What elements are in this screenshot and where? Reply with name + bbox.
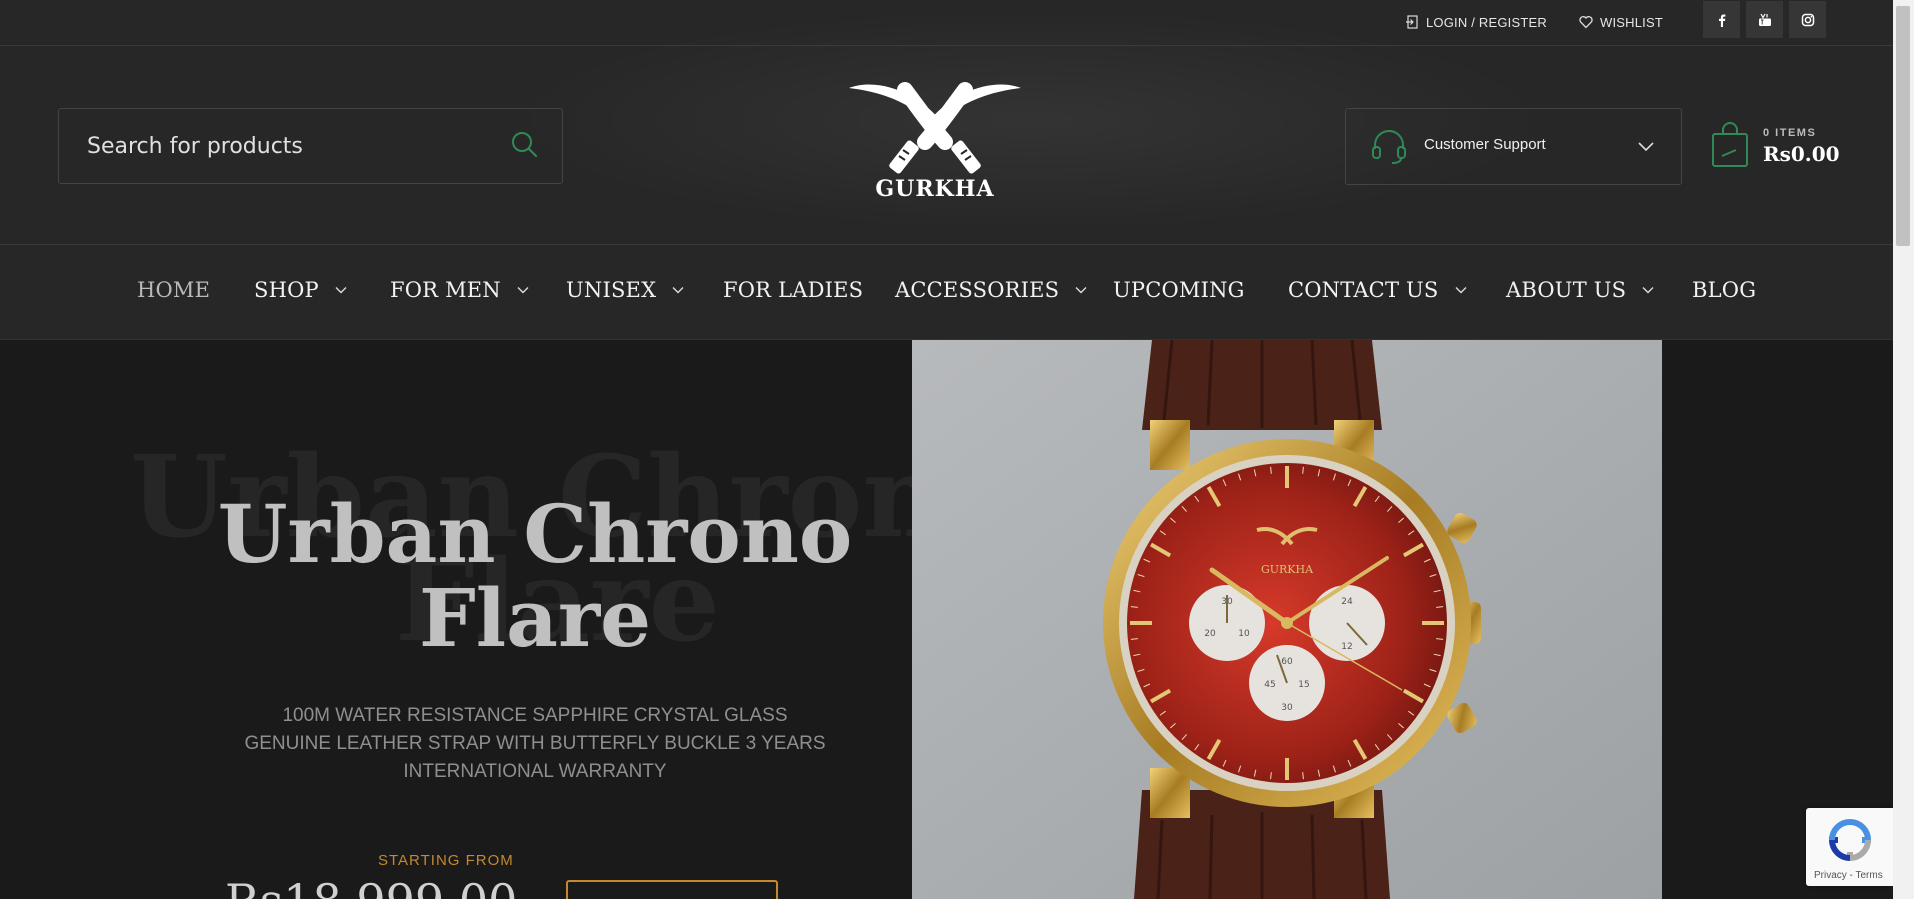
scrollbar-thumb[interactable] bbox=[1896, 6, 1910, 246]
logo-text: GURKHA bbox=[875, 176, 995, 202]
login-register-link[interactable]: LOGIN / REGISTER bbox=[1405, 10, 1547, 34]
customer-support-dropdown[interactable]: Customer Support bbox=[1345, 108, 1682, 185]
nav-item-label: BLOG bbox=[1692, 278, 1757, 302]
chevron-down-icon bbox=[1455, 287, 1467, 294]
subdial-number: 15 bbox=[1298, 680, 1309, 690]
nav-item-label: HOME bbox=[137, 278, 211, 302]
site-logo[interactable]: GURKHA bbox=[845, 80, 1025, 205]
hero-description: 100M WATER RESISTANCE SAPPHIRE CRYSTAL G… bbox=[244, 705, 826, 782]
login-register-label: LOGIN / REGISTER bbox=[1426, 14, 1547, 30]
nav-item-home[interactable]: HOME bbox=[137, 278, 210, 302]
subdial-number: 24 bbox=[1341, 597, 1353, 607]
nav-item-label: FOR LADIES bbox=[723, 278, 864, 302]
search-input[interactable] bbox=[59, 132, 489, 160]
cart-widget[interactable]: 0 ITEMS Rs0.00 bbox=[1710, 118, 1840, 178]
hero-title-line: Flare bbox=[418, 571, 652, 665]
page-scrollbar[interactable] bbox=[1893, 0, 1914, 899]
recaptcha-badge[interactable]: Privacy - Terms bbox=[1806, 808, 1893, 886]
top-bar: LOGIN / REGISTER WISHLIST bbox=[0, 0, 1893, 46]
nav-item-label: ABOUT US bbox=[1506, 278, 1627, 302]
recaptcha-icon bbox=[1828, 819, 1872, 862]
youtube-icon bbox=[1758, 13, 1771, 26]
nav-item-label: SHOP bbox=[254, 278, 319, 302]
nav-item-label: UPCOMING bbox=[1113, 278, 1245, 302]
main-navigation: HOME SHOP FOR MEN UNISEX FOR LADIES ACCE… bbox=[0, 244, 1893, 340]
nav-item-label: FOR MEN bbox=[390, 278, 501, 302]
hero-slider: Urban Chrono Flare Urban Chrono Flare 10… bbox=[0, 340, 1893, 899]
heart-icon bbox=[1579, 16, 1593, 29]
dial-brand-text: GURKHA bbox=[1261, 563, 1314, 576]
nav-item-for-men[interactable]: FOR MEN bbox=[390, 278, 529, 302]
wishlist-label: WISHLIST bbox=[1600, 14, 1663, 30]
subdial-number: 12 bbox=[1341, 642, 1352, 652]
crossed-khukuri-icon bbox=[849, 82, 1021, 174]
customer-support-label: Customer Support bbox=[1424, 136, 1546, 153]
hero-title-line: Urban Chrono bbox=[217, 487, 853, 581]
nav-item-label: UNISEX bbox=[566, 278, 657, 302]
subdial-number: 10 bbox=[1238, 629, 1250, 639]
nav-item-blog[interactable]: BLOG bbox=[1692, 278, 1756, 302]
wishlist-link[interactable]: WISHLIST bbox=[1579, 10, 1663, 34]
chevron-down-icon bbox=[1075, 287, 1087, 294]
recaptcha-links: Privacy - Terms bbox=[1814, 870, 1883, 881]
search-box bbox=[58, 108, 563, 184]
nav-item-contact-us[interactable]: CONTACT US bbox=[1288, 278, 1467, 302]
chevron-down-icon bbox=[1638, 142, 1654, 152]
nav-item-shop[interactable]: SHOP bbox=[254, 278, 347, 302]
product-image: GURKHA 30 20 10 24 12 60 45 15 30 bbox=[912, 340, 1662, 899]
subdial-number: 60 bbox=[1281, 657, 1293, 667]
youtube-button[interactable] bbox=[1746, 1, 1783, 38]
facebook-icon bbox=[1718, 14, 1725, 27]
subdial-number: 30 bbox=[1281, 703, 1293, 713]
instagram-button[interactable] bbox=[1789, 1, 1826, 38]
chevron-down-icon bbox=[335, 287, 347, 294]
hero-title: Urban Chrono Flare bbox=[160, 492, 910, 660]
subdial-number: 20 bbox=[1204, 629, 1216, 639]
nav-item-unisex[interactable]: UNISEX bbox=[566, 278, 684, 302]
nav-item-label: CONTACT US bbox=[1288, 278, 1439, 302]
nav-item-for-ladies[interactable]: FOR LADIES bbox=[723, 278, 863, 302]
chevron-down-icon bbox=[1642, 287, 1654, 294]
shopping-bag-icon bbox=[1712, 122, 1748, 167]
instagram-icon bbox=[1801, 13, 1814, 26]
starting-from-label: STARTING FROM bbox=[378, 852, 514, 869]
chevron-down-icon bbox=[672, 287, 684, 294]
nav-item-about-us[interactable]: ABOUT US bbox=[1506, 278, 1654, 302]
nav-item-upcoming[interactable]: UPCOMING bbox=[1113, 278, 1245, 302]
chevron-down-icon bbox=[517, 287, 529, 294]
nav-item-accessories[interactable]: ACCESSORIES bbox=[895, 278, 1087, 302]
search-icon[interactable] bbox=[508, 128, 542, 162]
subdial-number: 45 bbox=[1264, 680, 1275, 690]
facebook-button[interactable] bbox=[1703, 1, 1740, 38]
watch-illustration: GURKHA 30 20 10 24 12 60 45 15 30 bbox=[912, 340, 1662, 899]
shop-now-button[interactable] bbox=[566, 880, 778, 899]
cart-item-count: 0 ITEMS bbox=[1763, 127, 1817, 139]
headset-icon bbox=[1372, 130, 1406, 164]
nav-item-label: ACCESSORIES bbox=[895, 278, 1060, 302]
login-icon bbox=[1406, 15, 1418, 29]
cart-total: Rs0.00 bbox=[1763, 142, 1840, 166]
hero-price: Rs18,999.00 bbox=[225, 874, 517, 899]
